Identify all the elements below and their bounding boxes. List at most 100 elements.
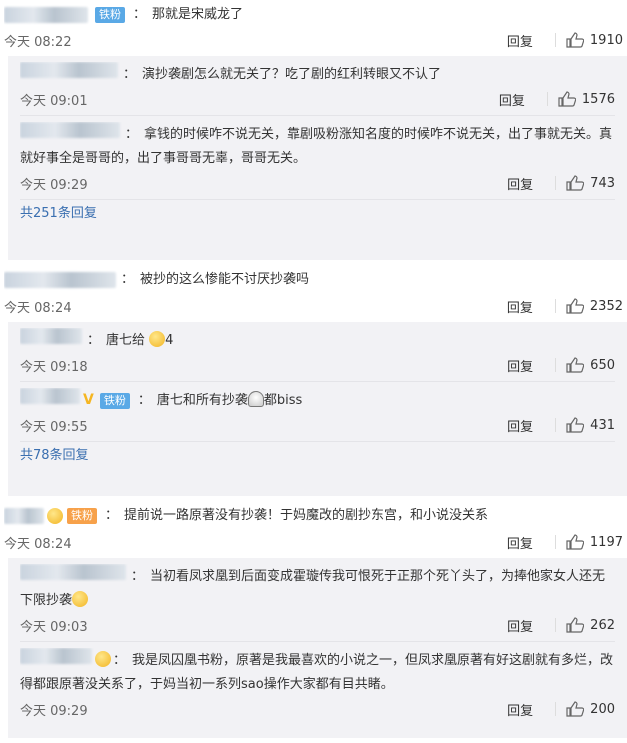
smile-emoji-icon (72, 591, 89, 607)
divider (555, 358, 557, 372)
reply-item: ： 演抄袭剧怎么就无关了？吃了剧的红利转眼又不认了 今天 09:01 回复 157… (20, 62, 615, 115)
view-more-replies-link[interactable]: 共78条回复 (20, 441, 615, 465)
reply-time: 今天 09:18 (20, 359, 88, 375)
reply-button[interactable]: 回复 (507, 616, 533, 635)
reply-button[interactable]: 回复 (499, 90, 525, 109)
thumbs-up-icon (558, 91, 576, 107)
reply-button[interactable]: 回复 (507, 533, 533, 552)
like-button[interactable]: 743 (566, 175, 615, 191)
comment: ： 被抄的这么惨能不讨厌抄袭吗 今天 08:24 回复 2352 ： 唐七给 4 (0, 266, 627, 496)
reply-time: 今天 09:55 (20, 419, 88, 435)
divider (555, 702, 557, 716)
colon: ： (87, 333, 101, 348)
reply-text: 唐七给 (106, 333, 146, 348)
reply-item: V 铁粉 ： 唐七和所有抄袭 都biss 今天 09:55 回复 431 (20, 381, 615, 441)
thumbs-up-icon (566, 357, 585, 373)
colon: ： (121, 272, 135, 287)
username-blurred[interactable] (20, 388, 80, 404)
comment-text: 被抄的这么惨能不讨厌抄袭吗 (140, 272, 310, 287)
colon: ： (123, 67, 137, 82)
username-blurred[interactable] (20, 564, 126, 580)
reply-box: ：当初看凤求凰到后面变成霍璇传我可恨死于正那个死丫头了，为捧他家女人还无下限抄袭… (8, 558, 627, 738)
fan-badge: 铁粉 (99, 393, 130, 409)
username-blurred[interactable] (4, 272, 116, 288)
reply-button[interactable]: 回复 (507, 174, 533, 193)
reply-text-after: 4 (165, 333, 174, 348)
like-button[interactable]: 1910 (566, 32, 623, 48)
username-blurred[interactable] (20, 122, 120, 138)
reply-box: ： 演抄袭剧怎么就无关了？吃了剧的红利转眼又不认了 今天 09:01 回复 157… (8, 56, 627, 260)
smile-emoji-icon (149, 331, 166, 347)
like-button[interactable]: 431 (566, 417, 615, 433)
thumbs-up-icon (566, 534, 584, 550)
reply-button[interactable]: 回复 (507, 356, 533, 375)
comment-time: 今天 08:24 (4, 536, 72, 552)
divider (555, 418, 557, 432)
colon: ： (105, 508, 119, 523)
reply-text: 演抄袭剧怎么就无关了？吃了剧的红利转眼又不认了 (142, 67, 442, 82)
reply-time: 今天 09:03 (20, 619, 88, 635)
verified-v-icon: V (83, 392, 94, 408)
like-button[interactable]: 200 (566, 701, 615, 717)
thumbs-up-icon (566, 417, 585, 433)
reply-button[interactable]: 回复 (507, 416, 533, 435)
reply-button[interactable]: 回复 (507, 700, 533, 719)
username-blurred[interactable] (4, 7, 88, 23)
reply-text-after: 都biss (263, 393, 303, 408)
divider (555, 176, 557, 190)
avatar-emoji-icon (47, 508, 63, 524)
comment-text: 那就是宋威龙了 (152, 7, 244, 22)
view-more-replies-link[interactable]: 共251条回复 (20, 199, 615, 223)
like-button[interactable]: 2352 (566, 298, 623, 314)
like-button[interactable]: 1197 (566, 534, 623, 550)
colon: ： (131, 569, 145, 584)
like-count: 1197 (589, 534, 623, 550)
reply-item: ： 唐七给 4 今天 09:18 回复 650 (20, 328, 615, 381)
username-blurred[interactable] (20, 328, 82, 344)
like-button[interactable]: 650 (566, 357, 615, 373)
reply-box: ： 唐七给 4 今天 09:18 回复 650 V 铁粉 ： 唐七和所有抄袭 都b… (8, 322, 627, 496)
reply-button[interactable]: 回复 (507, 297, 533, 316)
thumbs-up-icon (566, 617, 585, 633)
fan-badge: 铁粉 (67, 508, 97, 524)
comment: 铁粉 ： 那就是宋威龙了 今天 08:22 回复 1910 ： 演抄袭剧怎么就无关… (0, 0, 627, 260)
comment: 铁粉 ： 提前说一路原著没有抄袭！于妈魔改的剧抄东宫，和小说没关系 今天 08:… (0, 502, 627, 738)
colon: ： (133, 7, 147, 22)
username-blurred[interactable] (20, 648, 92, 664)
username-blurred[interactable] (4, 508, 44, 524)
reply-text: 唐七和所有抄袭 (156, 393, 248, 408)
reply-time: 今天 09:01 (20, 93, 88, 109)
like-count: 431 (590, 417, 615, 433)
divider (554, 535, 556, 549)
comment-text: 提前说一路原著没有抄袭！于妈魔改的剧抄东宫，和小说没关系 (124, 508, 489, 523)
divider (554, 299, 556, 313)
thumbs-up-icon (566, 175, 585, 191)
like-button[interactable]: 1576 (558, 91, 615, 107)
reply-time: 今天 09:29 (20, 177, 88, 193)
colon: ： (137, 393, 151, 408)
comment-time: 今天 08:22 (4, 34, 72, 50)
thumbs-up-icon (566, 298, 584, 314)
like-count: 200 (590, 701, 615, 717)
username-blurred[interactable] (20, 62, 118, 78)
avatar-emoji-icon (95, 651, 111, 667)
like-count: 262 (590, 617, 615, 633)
like-count: 1910 (589, 32, 623, 48)
like-count: 650 (590, 357, 615, 373)
reply-time: 今天 09:29 (20, 703, 88, 719)
thumbs-up-icon (566, 32, 584, 48)
reply-item: ：拿钱的时候咋不说无关，靠剧吸粉涨知名度的时候咋不说无关，出了事就无关。真就好事… (20, 115, 615, 199)
divider (546, 92, 548, 106)
thumbs-up-icon (566, 701, 585, 717)
like-count: 2352 (589, 298, 623, 314)
fan-badge: 铁粉 (95, 7, 125, 23)
ghost-emoji-icon (247, 391, 264, 407)
like-count: 743 (590, 175, 615, 191)
divider (554, 33, 556, 47)
like-count: 1576 (581, 91, 615, 107)
colon: ： (125, 127, 139, 142)
like-button[interactable]: 262 (566, 617, 615, 633)
reply-button[interactable]: 回复 (507, 31, 533, 50)
colon: ： (113, 653, 127, 668)
comment-time: 今天 08:24 (4, 300, 72, 316)
